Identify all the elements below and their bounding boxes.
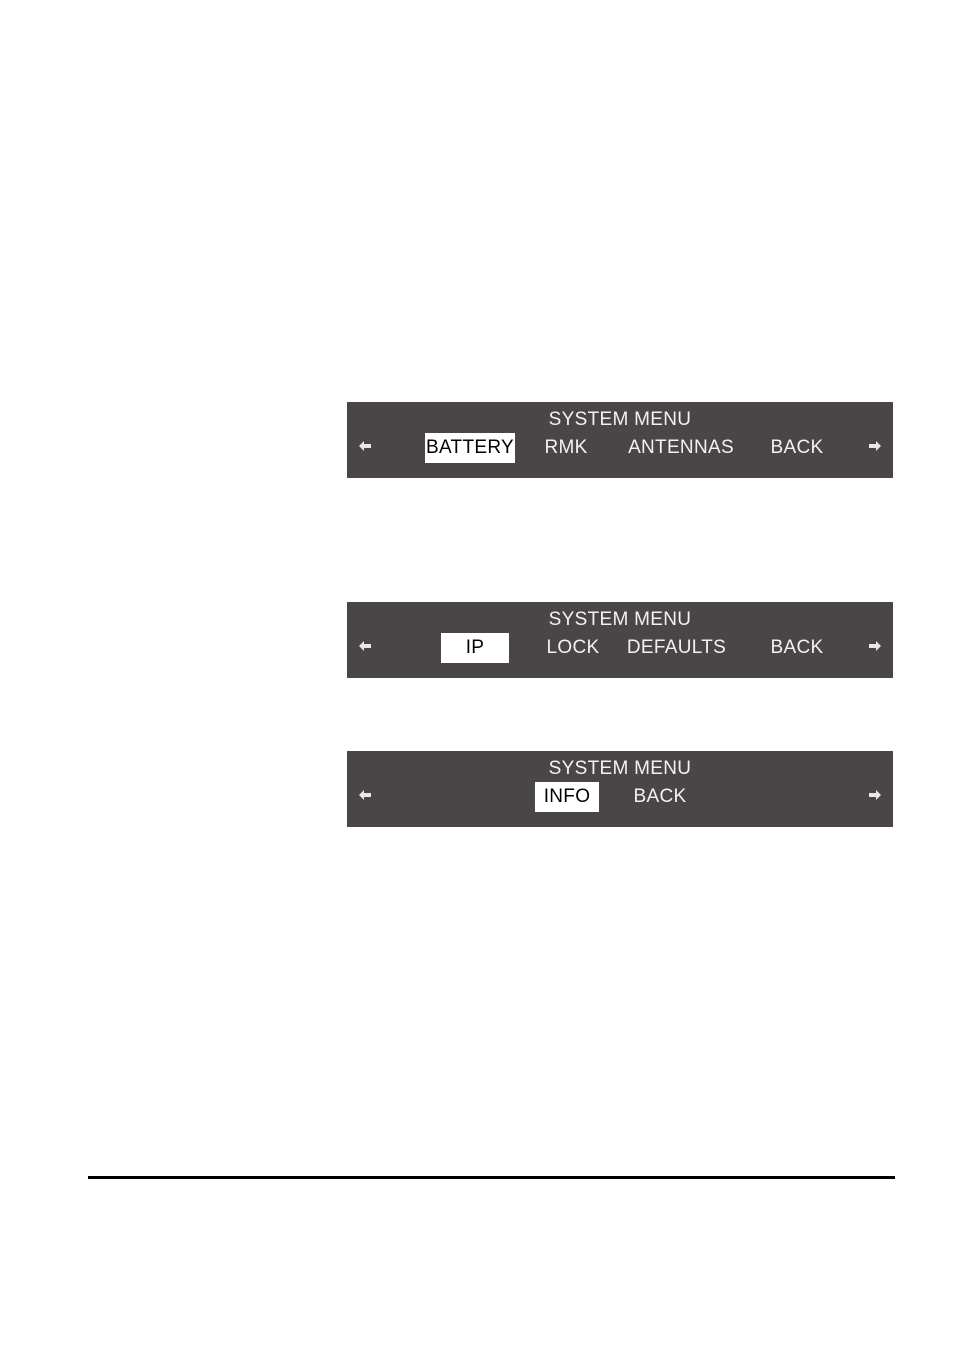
menu-item-back[interactable]: BACK <box>762 433 832 463</box>
arrow-right-icon[interactable] <box>866 786 884 804</box>
menu-item-rmk[interactable]: RMK <box>535 433 597 463</box>
menu-item-antennas[interactable]: ANTENNAS <box>621 433 741 463</box>
menu-item-lock[interactable]: LOCK <box>540 633 606 663</box>
menu-item-back[interactable]: BACK <box>625 782 695 812</box>
menu-row: IP LOCK DEFAULTS BACK <box>347 633 893 663</box>
menu-row: INFO BACK <box>347 782 893 812</box>
panel-title: SYSTEM MENU <box>548 409 692 430</box>
menu-item-ip[interactable]: IP <box>441 633 509 663</box>
menu-item-defaults[interactable]: DEFAULTS <box>619 633 734 663</box>
system-menu-panel-3: SYSTEM MENU INFO BACK <box>347 751 893 827</box>
system-menu-panel-1: SYSTEM MENU BATTERY RMK ANTENNAS BACK <box>347 402 893 478</box>
arrow-left-icon[interactable] <box>356 786 374 804</box>
arrow-right-icon[interactable] <box>866 637 884 655</box>
menu-item-battery[interactable]: BATTERY <box>425 433 515 463</box>
footer-divider <box>88 1176 895 1179</box>
system-menu-panel-2: SYSTEM MENU IP LOCK DEFAULTS BACK <box>347 602 893 678</box>
arrow-left-icon[interactable] <box>356 637 374 655</box>
arrow-right-icon[interactable] <box>866 437 884 455</box>
menu-item-info[interactable]: INFO <box>535 782 599 812</box>
menu-row: BATTERY RMK ANTENNAS BACK <box>347 433 893 463</box>
menu-item-back[interactable]: BACK <box>762 633 832 663</box>
panel-title: SYSTEM MENU <box>548 609 692 630</box>
arrow-left-icon[interactable] <box>356 437 374 455</box>
panel-title: SYSTEM MENU <box>548 758 692 779</box>
